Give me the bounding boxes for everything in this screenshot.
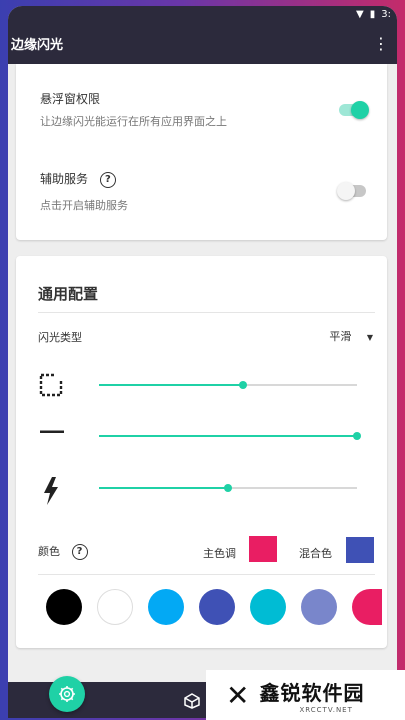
slider-fill [99, 487, 228, 489]
section-title: 通用配置 [38, 285, 99, 303]
slider-fill [99, 435, 357, 437]
help-icon[interactable]: ? [99, 171, 116, 188]
color-label: 颜色 [38, 545, 60, 558]
status-time: 3: [381, 8, 391, 20]
flash-type-label: 闪光类型 [38, 331, 82, 344]
permissions-card: 悬浮窗权限 让边缘闪光能运行在所有应用界面之上 辅助服务 ? 点击开启辅助服务 [16, 64, 387, 240]
palette-swatch[interactable] [352, 589, 382, 625]
color-row: 颜色 ? [38, 543, 88, 560]
slider-fill [99, 384, 244, 386]
accessibility-row[interactable]: 辅助服务 ? [40, 170, 116, 188]
corner-radius-slider[interactable] [99, 381, 357, 389]
watermark-sub: XRCCTV.NET [299, 705, 353, 714]
palette-swatch[interactable] [301, 589, 337, 625]
palette-swatch[interactable] [250, 589, 286, 625]
palette-swatch[interactable] [46, 589, 82, 625]
gear-icon [59, 686, 75, 702]
crop-corner-icon [39, 373, 63, 397]
primary-color-box[interactable] [249, 536, 277, 562]
slider-thumb[interactable] [224, 484, 232, 492]
status-bar: ▼ ▮ 3: [8, 6, 397, 22]
palette-swatch[interactable] [199, 589, 235, 625]
overlay-permission-title: 悬浮窗权限 [40, 92, 101, 106]
help-icon[interactable]: ? [71, 544, 88, 560]
flash-type-value: 平滑 [329, 330, 352, 343]
accessibility-title: 辅助服务 [40, 172, 89, 186]
slider-thumb[interactable] [239, 381, 248, 389]
flash-type-select[interactable]: 平滑 ▼ [329, 328, 373, 344]
chevron-down-icon: ▼ [366, 333, 373, 342]
overlay-permission-toggle[interactable] [339, 101, 369, 119]
mix-color-label: 混合色 [299, 547, 332, 560]
wifi-icon: ▼ [356, 8, 364, 20]
accessibility-toggle[interactable] [337, 182, 366, 200]
app-screen: ▼ ▮ 3: 边缘闪光 ⋮ 悬浮窗权限 让边缘闪光能运行在所有应用界面之上 辅助… [8, 6, 397, 718]
battery-icon: ▮ [369, 8, 376, 20]
primary-color-label: 主色调 [203, 547, 236, 560]
thickness-slider[interactable] [99, 432, 361, 440]
flash-icon [44, 477, 58, 505]
divider [38, 312, 375, 313]
general-config-card: 通用配置 闪光类型 平滑 ▼ 颜色 ? 主色调 混合色 [16, 256, 387, 648]
watermark-main: 鑫锐软件园 [259, 680, 365, 705]
slider-thumb[interactable] [353, 432, 361, 440]
watermark-x-logo: ✕ [226, 678, 250, 712]
mix-color-box[interactable] [346, 537, 374, 563]
app-title: 边缘闪光 [11, 37, 64, 53]
divider [38, 574, 375, 575]
speed-slider[interactable] [99, 484, 357, 492]
watermark: ✕ 鑫锐软件园 XRCCTV.NET [206, 670, 405, 720]
line-thickness-icon [40, 430, 64, 433]
app-bar: 边缘闪光 ⋮ [8, 22, 397, 64]
more-vert-icon[interactable]: ⋮ [371, 34, 391, 53]
overlay-permission-subtitle: 让边缘闪光能运行在所有应用界面之上 [40, 115, 227, 128]
accessibility-subtitle: 点击开启辅助服务 [40, 199, 128, 212]
cube-icon[interactable] [184, 693, 200, 709]
palette-swatch[interactable] [148, 589, 184, 625]
palette-swatch[interactable] [97, 589, 133, 625]
settings-fab[interactable] [49, 676, 85, 712]
